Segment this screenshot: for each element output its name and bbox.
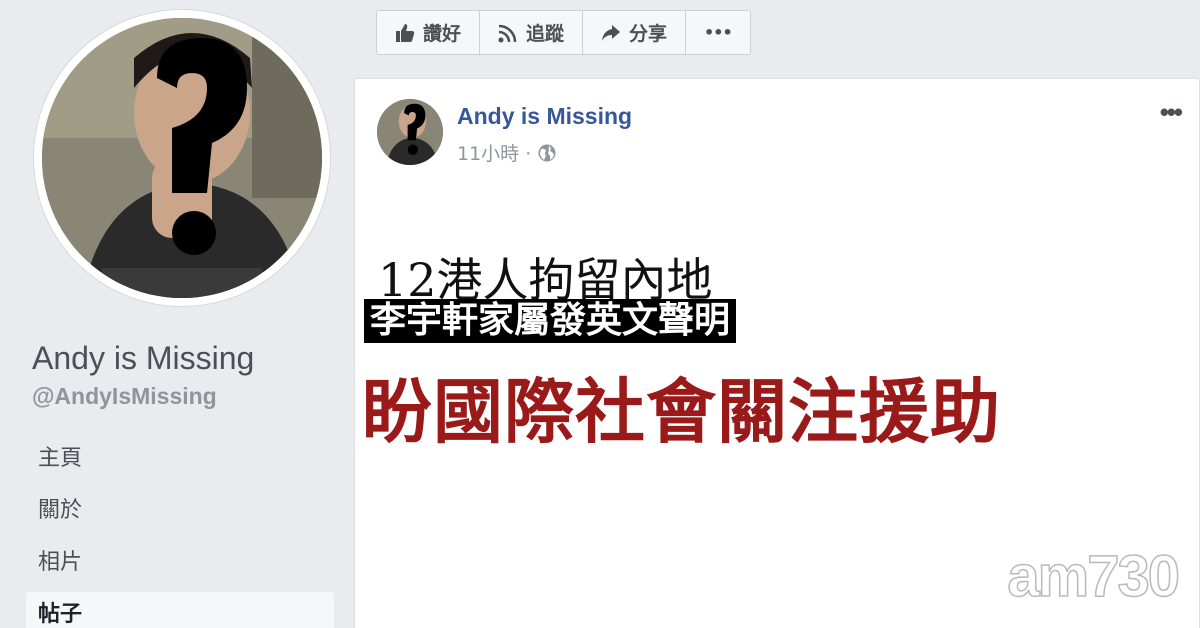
headline-line-3: 盼國際社會關注援助 bbox=[362, 371, 1001, 453]
post-meta: 11小時 · bbox=[457, 139, 557, 166]
nav-item-photos[interactable]: 相片 bbox=[26, 540, 334, 592]
profile-picture-frame[interactable] bbox=[34, 10, 330, 306]
follow-label: 追蹤 bbox=[526, 23, 565, 45]
am730-logo: am730 bbox=[1007, 543, 1181, 610]
nav-item-posts[interactable]: 帖子 bbox=[26, 592, 334, 628]
profile-photo-image bbox=[42, 18, 322, 298]
nav-item-home[interactable]: 主頁 bbox=[26, 436, 334, 488]
share-button[interactable]: 分享 bbox=[583, 11, 687, 54]
post-timestamp[interactable]: 11小時 · bbox=[457, 139, 531, 166]
profile-picture[interactable] bbox=[42, 18, 322, 298]
more-dots-icon: ••• bbox=[704, 23, 733, 42]
page-nav: 主頁 關於 相片 帖子 bbox=[26, 436, 334, 628]
like-button[interactable]: 讚好 bbox=[377, 11, 481, 54]
post-author-avatar[interactable] bbox=[377, 99, 443, 165]
nav-item-about[interactable]: 關於 bbox=[26, 488, 334, 540]
page-sidebar: Andy is Missing @AndyIsMissing 主頁 關於 相片 … bbox=[0, 0, 345, 628]
author-avatar-image bbox=[377, 99, 443, 165]
share-arrow-icon bbox=[602, 24, 621, 41]
post-options-button[interactable]: ••• bbox=[1160, 97, 1183, 128]
share-label: 分享 bbox=[629, 23, 668, 45]
headline-line-2: 李宇軒家屬發英文聲明 bbox=[364, 299, 737, 343]
rss-icon bbox=[498, 24, 517, 42]
follow-button[interactable]: 追蹤 bbox=[480, 11, 584, 54]
like-label: 讚好 bbox=[423, 23, 462, 45]
more-options-button[interactable]: ••• bbox=[686, 11, 750, 54]
page-name[interactable]: Andy is Missing bbox=[32, 340, 254, 377]
globe-icon[interactable] bbox=[537, 143, 557, 163]
page-handle[interactable]: @AndyIsMissing bbox=[32, 383, 217, 410]
page-action-bar: 讚好 追蹤 分享 ••• bbox=[376, 10, 751, 55]
post-author-name[interactable]: Andy is Missing bbox=[457, 103, 632, 130]
thumbs-up-icon bbox=[396, 23, 415, 42]
